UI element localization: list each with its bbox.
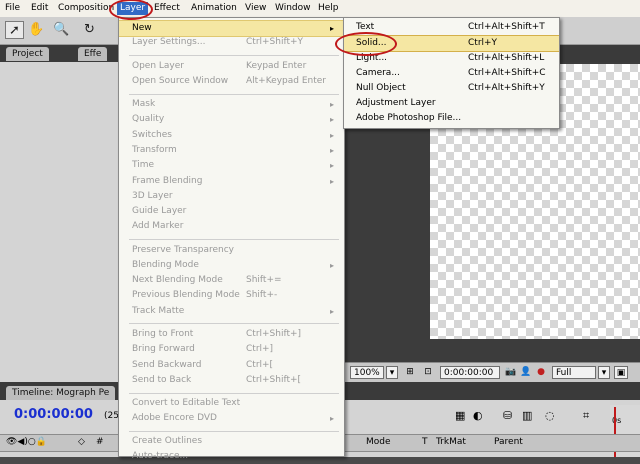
chevron-right-icon: ▸ <box>330 131 335 140</box>
timeline-current-time[interactable]: 0:00:00:00 <box>14 407 93 422</box>
label-icon: ◇ <box>78 437 85 447</box>
chevron-right-icon: ▸ <box>330 414 335 423</box>
menu-item-switches[interactable]: Switches ▸ <box>119 128 344 143</box>
col-preserve-transparency: T <box>422 437 428 447</box>
menu-window[interactable]: Window <box>272 2 314 15</box>
menu-divider <box>129 55 339 56</box>
chevron-right-icon: ▸ <box>330 177 335 186</box>
menu-item-mask[interactable]: Mask ▸ <box>119 97 344 112</box>
chevron-right-icon: ▸ <box>330 115 335 124</box>
tab-effects[interactable]: Effe <box>78 47 108 61</box>
menu-item-convert-to-editable-text[interactable]: Convert to Editable Text <box>119 396 344 411</box>
menu-help[interactable]: Help <box>315 2 342 15</box>
chevron-right-icon: ▸ <box>330 261 335 270</box>
show-snapshot-icon[interactable]: 👤 <box>520 366 532 379</box>
col-parent[interactable]: Parent <box>494 437 523 447</box>
resolution-dropdown[interactable]: Full <box>552 366 596 379</box>
menu-bar: File Edit Composition Layer Effect Anima… <box>0 0 640 18</box>
region-of-interest-icon[interactable]: ▣ <box>614 366 628 379</box>
chevron-right-icon: ▸ <box>330 146 335 155</box>
rotate-tool-icon[interactable]: ↻ <box>80 21 99 39</box>
channel-icon[interactable]: ● <box>534 366 548 379</box>
safe-zones-icon[interactable]: ⊞ <box>402 366 418 379</box>
menu-item-guide-layer[interactable]: Guide Layer <box>119 204 344 219</box>
menu-item-open-source-window[interactable]: Open Source Window Alt+Keypad Enter <box>119 74 344 89</box>
mask-view-icon[interactable]: ⊡ <box>420 366 436 379</box>
menu-divider <box>129 323 339 324</box>
tab-project[interactable]: Project <box>6 47 49 61</box>
menu-item-add-marker[interactable]: Add Marker <box>119 219 344 234</box>
zoom-tool-icon[interactable]: 🔍 <box>52 21 71 39</box>
timeline-fps: (25 <box>104 411 119 421</box>
menu-item-time[interactable]: Time ▸ <box>119 158 344 173</box>
zoom-dropdown[interactable]: 100% <box>350 366 384 379</box>
menu-composition[interactable]: Composition <box>55 2 117 15</box>
menu-item-adobe-encore-dvd[interactable]: Adobe Encore DVD ▸ <box>119 411 344 426</box>
menu-item-create-outlines[interactable]: Create Outlines <box>119 434 344 449</box>
motion-blur-icon[interactable]: ◌ <box>545 409 555 422</box>
graph-editor-icon[interactable]: ⌗ <box>583 409 589 423</box>
menu-item-frame-blending[interactable]: Frame Blending ▸ <box>119 174 344 189</box>
menu-item-preserve-transparency[interactable]: Preserve Transparency <box>119 243 344 258</box>
selection-tool-icon[interactable]: ➚ <box>5 21 24 39</box>
menu-item-bring-forward[interactable]: Bring Forward Ctrl+] <box>119 342 344 357</box>
submenu-item-null-object[interactable]: Null Object Ctrl+Alt+Shift+Y <box>344 81 559 96</box>
col-number: # <box>96 437 104 447</box>
menu-edit[interactable]: Edit <box>28 2 51 15</box>
submenu-item-camera[interactable]: Camera... Ctrl+Alt+Shift+C <box>344 66 559 81</box>
tab-timeline[interactable]: Timeline: Mograph Pe <box>6 386 116 400</box>
menu-item-send-to-back[interactable]: Send to Back Ctrl+Shift+[ <box>119 373 344 388</box>
chevron-right-icon: ▸ <box>330 24 335 33</box>
menu-item-3d-layer[interactable]: 3D Layer <box>119 189 344 204</box>
snapshot-icon[interactable]: 📷 <box>504 366 518 379</box>
menu-item-send-backward[interactable]: Send Backward Ctrl+[ <box>119 358 344 373</box>
menu-divider <box>129 393 339 394</box>
annotation-ring-solid <box>335 32 397 56</box>
menu-effect[interactable]: Effect <box>151 2 183 15</box>
menu-item-open-layer[interactable]: Open Layer Keypad Enter <box>119 59 344 74</box>
av-switches-icon[interactable]: 👁◀)○🔒 <box>6 437 47 447</box>
draft-3d-icon[interactable]: ⛁ <box>503 409 512 422</box>
chevron-down-icon[interactable]: ▾ <box>598 366 610 379</box>
project-panel <box>0 62 119 382</box>
menu-file[interactable]: File <box>2 2 23 15</box>
menu-item-layer-settings[interactable]: Layer Settings... Ctrl+Shift+Y <box>119 35 344 50</box>
live-update-icon[interactable]: ◐ <box>473 409 483 422</box>
menu-item-transform[interactable]: Transform ▸ <box>119 143 344 158</box>
menu-item-bring-to-front[interactable]: Bring to Front Ctrl+Shift+] <box>119 327 344 342</box>
menu-item-blending-mode[interactable]: Blending Mode ▸ <box>119 258 344 273</box>
current-time-display[interactable]: 0:00:00:00 <box>440 366 500 379</box>
chevron-right-icon: ▸ <box>330 307 335 316</box>
chevron-right-icon: ▸ <box>330 161 335 170</box>
layer-menu: New ▸ Layer Settings... Ctrl+Shift+Y Open … <box>118 17 345 461</box>
submenu-item-adjustment-layer[interactable]: Adjustment Layer <box>344 96 559 111</box>
comp-flowchart-icon[interactable]: ▦ <box>455 409 465 422</box>
submenu-item-photoshop-file[interactable]: Adobe Photoshop File... <box>344 111 559 126</box>
hand-tool-icon[interactable]: ✋ <box>27 21 46 39</box>
menu-animation[interactable]: Animation <box>188 2 240 15</box>
viewer-controls: 100% ▾ ⊞ ⊡ 0:00:00:00 📷 👤 ● Full ▾ ▣ <box>344 362 640 383</box>
frame-blending-icon[interactable]: ▥ <box>522 409 532 422</box>
menu-item-previous-blending-mode[interactable]: Previous Blending Mode Shift+- <box>119 288 344 303</box>
menu-divider <box>129 94 339 95</box>
menu-item-next-blending-mode[interactable]: Next Blending Mode Shift+= <box>119 273 344 288</box>
annotation-ring-layer <box>109 0 153 20</box>
menu-view[interactable]: View <box>242 2 269 15</box>
chevron-down-icon[interactable]: ▾ <box>386 366 398 379</box>
col-trkmat[interactable]: TrkMat <box>436 437 466 447</box>
col-mode[interactable]: Mode <box>366 437 391 447</box>
chevron-right-icon: ▸ <box>330 100 335 109</box>
menu-divider <box>129 239 339 240</box>
menu-item-quality[interactable]: Quality ▸ <box>119 112 344 127</box>
menu-divider <box>129 431 339 432</box>
menu-item-track-matte[interactable]: Track Matte ▸ <box>119 304 344 319</box>
